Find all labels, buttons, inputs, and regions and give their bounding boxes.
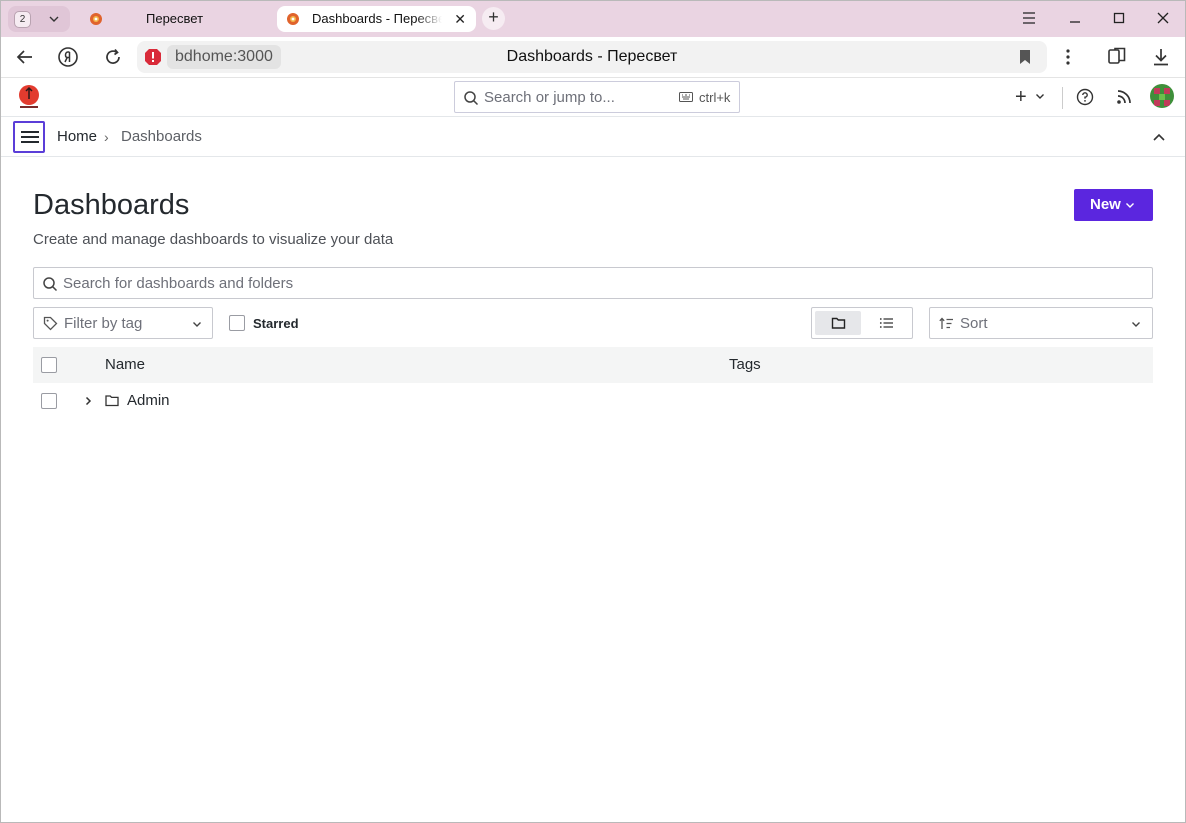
- address-page-title: Dashboards - Пересвет: [506, 48, 678, 65]
- yandex-logo-icon[interactable]: [56, 45, 80, 69]
- chevron-down-icon[interactable]: [1035, 91, 1045, 101]
- close-window-icon[interactable]: [1153, 11, 1173, 25]
- minimize-icon[interactable]: [1065, 11, 1085, 25]
- sort-placeholder: Sort: [960, 315, 988, 332]
- reload-icon[interactable]: [101, 45, 125, 69]
- list-icon: [879, 318, 893, 328]
- keyboard-icon: [679, 92, 693, 102]
- address-bar[interactable]: bdhome:3000 Dashboards - Пересвет: [137, 41, 1047, 73]
- search-shortcut: ctrl+k: [699, 90, 731, 105]
- folder-view-button[interactable]: [815, 311, 861, 335]
- browser-menu-icon[interactable]: [1019, 11, 1039, 25]
- tab-title: Dashboards - Пересвет: [312, 11, 442, 26]
- browser-tab-2[interactable]: Dashboards - Пересвет ✕: [277, 6, 476, 32]
- org-logo-icon[interactable]: [17, 84, 41, 110]
- chevron-down-icon: [49, 16, 59, 22]
- tab-counter-button[interactable]: 2: [8, 6, 70, 32]
- tag-filter-placeholder: Filter by tag: [64, 315, 143, 332]
- row-checkbox[interactable]: [41, 393, 57, 409]
- chevron-down-icon: [1126, 203, 1134, 208]
- view-mode-toggle: [811, 307, 913, 339]
- tag-icon: [43, 316, 58, 331]
- browser-tab-1[interactable]: Пересвет: [80, 6, 270, 32]
- new-tab-button[interactable]: +: [482, 7, 505, 30]
- new-button-label: New: [1090, 196, 1121, 213]
- tag-filter-select[interactable]: Filter by tag: [33, 307, 213, 339]
- global-search-input[interactable]: Search or jump to... ctrl+k: [454, 81, 740, 113]
- table-header: Name Tags: [33, 347, 1153, 383]
- divider: [1062, 87, 1063, 109]
- breadcrumb-home[interactable]: Home: [57, 117, 97, 157]
- folder-icon: [831, 317, 846, 329]
- grafana-favicon-icon: [90, 13, 102, 25]
- news-feed-icon[interactable]: [1116, 88, 1133, 105]
- folder-name-link[interactable]: Admin: [127, 383, 170, 419]
- collections-icon[interactable]: [1105, 45, 1129, 69]
- user-avatar[interactable]: [1150, 84, 1174, 108]
- select-all-checkbox[interactable]: [41, 357, 57, 373]
- sort-icon: [939, 317, 953, 329]
- mega-menu-button[interactable]: [13, 121, 45, 153]
- search-placeholder: Search for dashboards and folders: [63, 275, 294, 292]
- starred-label: Starred: [253, 316, 299, 331]
- hamburger-line: [21, 131, 39, 133]
- starred-checkbox[interactable]: [229, 315, 245, 331]
- page-subtitle: Create and manage dashboards to visualiz…: [33, 231, 394, 248]
- back-arrow-icon[interactable]: [13, 45, 37, 69]
- chevron-right-icon[interactable]: [83, 395, 93, 407]
- new-dashboard-button[interactable]: New: [1074, 189, 1153, 221]
- close-tab-icon[interactable]: ✕: [454, 6, 466, 32]
- hamburger-line: [21, 136, 39, 138]
- search-icon: [43, 277, 58, 292]
- table-row[interactable]: Admin: [33, 383, 1153, 419]
- breadcrumb-current: Dashboards: [121, 128, 202, 145]
- hamburger-line: [21, 141, 39, 143]
- page-title: Dashboards: [33, 189, 190, 221]
- browser-navbar: bdhome:3000 Dashboards - Пересвет: [0, 37, 1186, 78]
- breadcrumb-separator: ›: [104, 129, 109, 145]
- chevron-down-icon: [193, 322, 201, 327]
- list-view-button[interactable]: [863, 311, 909, 335]
- folder-icon: [105, 395, 119, 407]
- sort-select[interactable]: Sort: [929, 307, 1153, 339]
- help-icon[interactable]: [1076, 88, 1094, 106]
- browser-tab-strip: 2 Пересвет Dashboards - Пересвет ✕ +: [0, 0, 1186, 37]
- dashboard-search-input[interactable]: Search for dashboards and folders: [33, 267, 1153, 299]
- column-header-tags: Tags: [729, 356, 761, 373]
- chevron-down-icon: [1132, 322, 1140, 327]
- search-icon: [464, 91, 479, 106]
- search-placeholder: Search or jump to...: [484, 89, 615, 106]
- breadcrumb-bar: Home › Dashboards: [0, 117, 1186, 157]
- add-new-icon[interactable]: +: [1015, 84, 1027, 110]
- tab-title: Пересвет: [146, 11, 204, 26]
- download-icon[interactable]: [1149, 45, 1173, 69]
- grafana-favicon-icon: [287, 13, 299, 25]
- maximize-icon[interactable]: [1109, 11, 1129, 25]
- tab-count: 2: [14, 11, 31, 28]
- chevron-up-icon[interactable]: [1152, 131, 1166, 143]
- grafana-topbar: Search or jump to... ctrl+k +: [0, 78, 1186, 117]
- bookmark-icon[interactable]: [1019, 49, 1031, 65]
- column-header-name: Name: [105, 356, 146, 373]
- more-vertical-icon[interactable]: [1056, 45, 1080, 69]
